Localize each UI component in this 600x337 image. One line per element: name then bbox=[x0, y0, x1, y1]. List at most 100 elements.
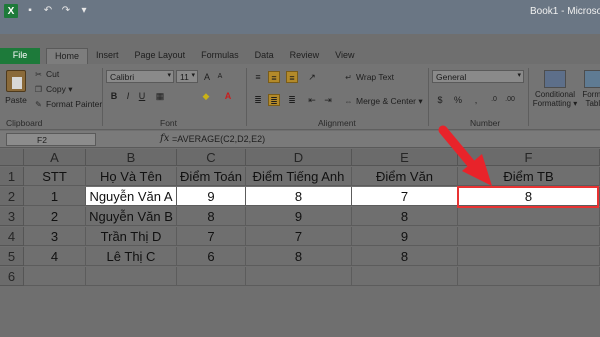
excel-logo-icon[interactable]: X bbox=[4, 4, 18, 18]
save-icon[interactable]: ▪ bbox=[24, 5, 36, 17]
underline-icon[interactable]: U bbox=[136, 90, 148, 102]
cell-d4[interactable]: 7 bbox=[246, 227, 352, 246]
column-header-b[interactable]: B bbox=[86, 149, 177, 166]
cell-a6[interactable] bbox=[24, 267, 86, 286]
align-right-icon[interactable]: ≣ bbox=[286, 94, 298, 106]
row-header-2[interactable]: 2 bbox=[0, 187, 24, 206]
redo-icon[interactable]: ↷ bbox=[60, 5, 72, 17]
cell-e5[interactable]: 8 bbox=[352, 247, 458, 266]
tab-review[interactable]: Review bbox=[282, 48, 328, 64]
copy-button[interactable]: ❐ Copy ▾ bbox=[34, 84, 73, 95]
align-center-icon[interactable]: ≣ bbox=[268, 94, 280, 106]
tab-view[interactable]: View bbox=[327, 48, 362, 64]
row-header-4[interactable]: 4 bbox=[0, 227, 24, 246]
tab-data[interactable]: Data bbox=[247, 48, 282, 64]
tab-insert[interactable]: Insert bbox=[88, 48, 127, 64]
column-header-d[interactable]: D bbox=[246, 149, 352, 166]
cell-d6[interactable] bbox=[246, 267, 352, 286]
column-header-e[interactable]: E bbox=[352, 149, 458, 166]
shrink-font-icon[interactable]: A bbox=[214, 71, 226, 83]
increase-indent-icon[interactable]: ⇥ bbox=[322, 94, 334, 106]
cell-b2[interactable]: Nguyễn Văn A bbox=[86, 187, 177, 206]
row-header-5[interactable]: 5 bbox=[0, 247, 24, 266]
cell-d3[interactable]: 9 bbox=[246, 207, 352, 226]
tab-page-layout[interactable]: Page Layout bbox=[127, 48, 194, 64]
tab-home[interactable]: Home bbox=[46, 48, 89, 64]
align-bottom-icon[interactable]: ≡ bbox=[286, 71, 298, 83]
cell-b4[interactable]: Trần Thị D bbox=[86, 227, 177, 246]
group-label-number: Number bbox=[470, 118, 501, 128]
name-box[interactable]: F2 bbox=[6, 133, 96, 146]
font-size-combo[interactable]: 11 ▾ bbox=[176, 70, 198, 83]
cell-c5[interactable]: 6 bbox=[177, 247, 246, 266]
cell-f6[interactable] bbox=[458, 267, 600, 286]
undo-icon[interactable]: ↶ bbox=[42, 5, 54, 17]
borders-icon[interactable]: ▦ bbox=[154, 90, 166, 102]
align-top-icon[interactable]: ≡ bbox=[252, 71, 264, 83]
cell-a3[interactable]: 2 bbox=[24, 207, 86, 226]
cell-a5[interactable]: 4 bbox=[24, 247, 86, 266]
cut-button[interactable]: ✂ Cut bbox=[34, 69, 59, 79]
cell-d2[interactable]: 8 bbox=[246, 187, 352, 206]
cell-e4[interactable]: 9 bbox=[352, 227, 458, 246]
bold-icon[interactable]: B bbox=[108, 90, 120, 102]
tab-file[interactable]: File bbox=[0, 48, 40, 64]
cell-c3[interactable]: 8 bbox=[177, 207, 246, 226]
cell-f5[interactable] bbox=[458, 247, 600, 266]
row-header-6[interactable]: 6 bbox=[0, 267, 24, 286]
format-painter-button[interactable]: ✎ Format Painter bbox=[34, 99, 102, 109]
decrease-indent-icon[interactable]: ⇤ bbox=[306, 94, 318, 106]
cell-e6[interactable] bbox=[352, 267, 458, 286]
cell-e1[interactable]: Điểm Văn bbox=[352, 167, 458, 186]
customize-qat-icon[interactable]: ▾ bbox=[78, 5, 90, 17]
cell-f2[interactable]: 8 bbox=[458, 187, 600, 206]
grow-font-icon[interactable]: A bbox=[201, 71, 213, 83]
tab-formulas[interactable]: Formulas bbox=[193, 48, 247, 64]
merge-center-button[interactable]: ⇔ Merge & Center ▾ bbox=[344, 96, 423, 107]
row-header-3[interactable]: 3 bbox=[0, 207, 24, 226]
column-header-a[interactable]: A bbox=[24, 149, 86, 166]
fill-color-icon[interactable]: ◆ bbox=[200, 90, 212, 102]
cell-a2[interactable]: 1 bbox=[24, 187, 86, 206]
cell-a1[interactable]: STT bbox=[24, 167, 86, 186]
wrap-text-button[interactable]: ↵ Wrap Text bbox=[344, 72, 394, 82]
orientation-icon[interactable]: ↗ bbox=[306, 71, 318, 83]
cell-e2[interactable]: 7 bbox=[352, 187, 458, 206]
insert-function-icon[interactable]: fx bbox=[160, 133, 169, 144]
cell-d5[interactable]: 8 bbox=[246, 247, 352, 266]
format-as-table-button[interactable]: Format Table bbox=[580, 70, 600, 108]
cell-f1[interactable]: Điểm TB bbox=[458, 167, 600, 186]
number-format-combo[interactable]: General ▾ bbox=[432, 70, 524, 83]
cell-b5[interactable]: Lê Thị C bbox=[86, 247, 177, 266]
row-header-1[interactable]: 1 bbox=[0, 167, 24, 186]
cell-c6[interactable] bbox=[177, 267, 246, 286]
cell-f4[interactable] bbox=[458, 227, 600, 246]
column-header-f[interactable]: F bbox=[458, 149, 600, 166]
font-color-icon[interactable]: A bbox=[222, 90, 234, 102]
cell-b1[interactable]: Họ Và Tên bbox=[86, 167, 177, 186]
increase-decimal-icon[interactable]: .0 bbox=[488, 94, 500, 106]
cell-b6[interactable] bbox=[86, 267, 177, 286]
align-middle-icon[interactable]: ≡ bbox=[268, 71, 280, 83]
percent-icon[interactable]: % bbox=[452, 94, 464, 106]
cell-b3[interactable]: Nguyễn Văn B bbox=[86, 207, 177, 226]
paste-button[interactable]: Paste bbox=[3, 70, 29, 114]
select-all-corner[interactable] bbox=[0, 149, 24, 166]
cell-c1[interactable]: Điểm Toán bbox=[177, 167, 246, 186]
italic-icon[interactable]: I bbox=[122, 90, 134, 102]
group-divider bbox=[528, 68, 529, 126]
cell-c4[interactable]: 7 bbox=[177, 227, 246, 246]
cell-e3[interactable]: 8 bbox=[352, 207, 458, 226]
formula-input[interactable]: =AVERAGE(C2,D2,E2) bbox=[172, 134, 265, 144]
cell-c2[interactable]: 9 bbox=[177, 187, 246, 206]
cell-f3[interactable] bbox=[458, 207, 600, 226]
cell-a4[interactable]: 3 bbox=[24, 227, 86, 246]
align-left-icon[interactable]: ≣ bbox=[252, 94, 264, 106]
currency-icon[interactable]: $ bbox=[434, 94, 446, 106]
column-header-c[interactable]: C bbox=[177, 149, 246, 166]
cell-d1[interactable]: Điểm Tiếng Anh bbox=[246, 167, 352, 186]
comma-style-icon[interactable]: , bbox=[470, 94, 482, 106]
font-name-combo[interactable]: Calibri ▾ bbox=[106, 70, 174, 83]
decrease-decimal-icon[interactable]: .00 bbox=[504, 94, 516, 106]
conditional-formatting-button[interactable]: Conditional Formatting ▾ bbox=[532, 70, 578, 108]
